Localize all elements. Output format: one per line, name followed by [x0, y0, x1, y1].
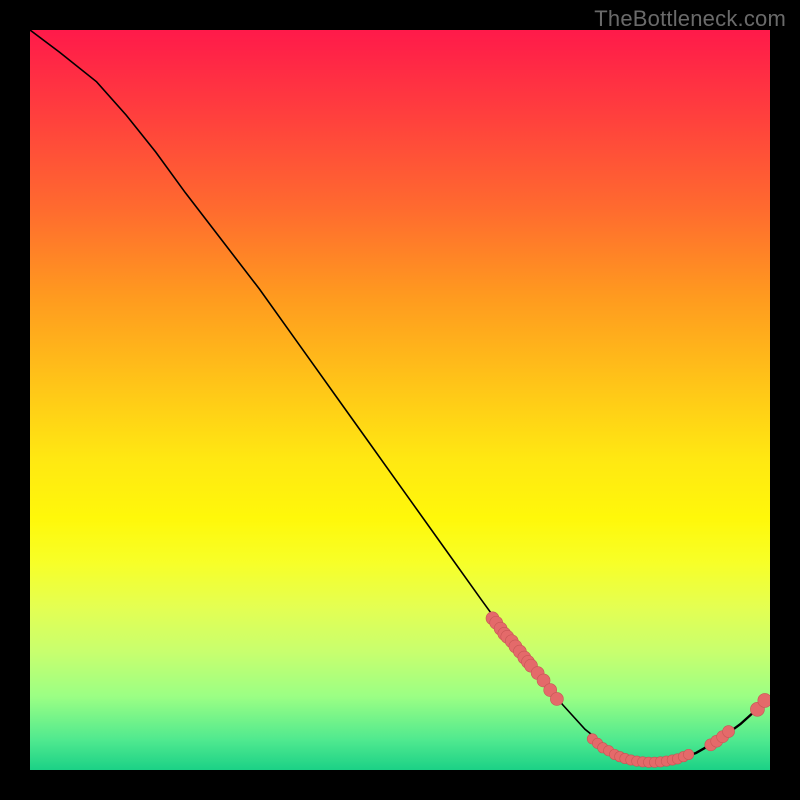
data-cluster-a — [486, 612, 563, 706]
data-cluster-b — [587, 734, 694, 768]
data-cluster-c — [705, 726, 735, 751]
data-cluster-d — [750, 693, 770, 716]
data-point — [550, 692, 563, 705]
watermark-text: TheBottleneck.com — [594, 6, 786, 32]
bottleneck-curve — [30, 30, 770, 762]
data-point — [723, 726, 735, 738]
data-point — [683, 749, 693, 759]
chart-stage: TheBottleneck.com — [0, 0, 800, 800]
plot-svg — [30, 30, 770, 770]
data-point — [758, 693, 770, 707]
plot-area — [30, 30, 770, 770]
